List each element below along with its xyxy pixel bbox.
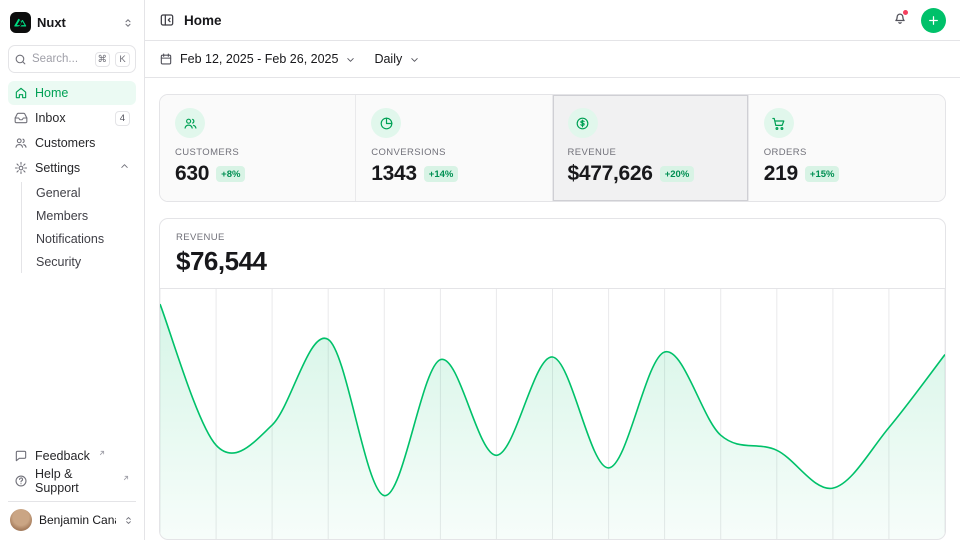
stat-delta-badge: +20% xyxy=(660,166,695,182)
stat-delta-badge: +8% xyxy=(216,166,245,182)
user-menu[interactable]: Benjamin Canac xyxy=(8,501,136,532)
cart-icon xyxy=(764,108,794,138)
notification-dot xyxy=(902,9,909,16)
stat-card-conversions[interactable]: CONVERSIONS 1343 +14% xyxy=(356,95,552,201)
add-button[interactable] xyxy=(921,8,946,33)
plus-icon xyxy=(927,14,940,27)
granularity-label: Daily xyxy=(374,52,402,66)
search-input[interactable] xyxy=(32,53,90,65)
app-window: Nuxt ⌘ K Home Inb xyxy=(0,0,960,540)
sidebar-subitem-label: Security xyxy=(36,255,81,269)
pie-chart-icon xyxy=(371,108,401,138)
kbd-meta: ⌘ xyxy=(95,52,111,67)
sidebar-item-label: Settings xyxy=(35,161,80,175)
message-icon xyxy=(14,449,28,463)
chart-metric-label: REVENUE xyxy=(176,232,929,243)
calendar-icon xyxy=(159,52,173,66)
sidebar-subitem-label: Members xyxy=(36,209,88,223)
date-range-picker[interactable]: Feb 12, 2025 - Feb 26, 2025 xyxy=(159,52,356,66)
sidebar-item-label: Home xyxy=(35,86,68,100)
sidebar: Nuxt ⌘ K Home Inb xyxy=(0,0,145,540)
stat-label: ORDERS xyxy=(764,147,930,158)
notifications-button[interactable] xyxy=(892,10,908,31)
panel-left-icon[interactable] xyxy=(159,12,175,28)
sidebar-item-settings[interactable]: Settings xyxy=(8,156,136,180)
home-icon xyxy=(14,86,28,100)
dollar-circle-icon xyxy=(568,108,598,138)
top-header: Home xyxy=(145,0,960,41)
page-title: Home xyxy=(184,13,222,28)
stat-value: 219 xyxy=(764,162,798,186)
help-circle-icon xyxy=(14,474,28,488)
gear-icon xyxy=(14,161,28,175)
workspace-switcher[interactable]: Nuxt xyxy=(8,8,136,37)
stat-card-revenue[interactable]: REVENUE $477,626 +20% xyxy=(553,95,749,201)
date-range-label: Feb 12, 2025 - Feb 26, 2025 xyxy=(180,52,338,66)
stat-label: CUSTOMERS xyxy=(175,147,340,158)
avatar xyxy=(10,509,32,531)
sidebar-footer: Feedback Help & Support Benjamin Canac xyxy=(8,444,136,532)
sidebar-item-members[interactable]: Members xyxy=(30,205,136,227)
users-icon xyxy=(14,136,28,150)
sidebar-item-customers[interactable]: Customers xyxy=(8,131,136,155)
footer-link-label: Help & Support xyxy=(35,467,114,495)
help-support-link[interactable]: Help & Support xyxy=(8,469,136,493)
chart-metric-value: $76,544 xyxy=(176,246,929,277)
nuxt-logo-icon xyxy=(10,12,31,33)
sidebar-item-label: Customers xyxy=(35,136,95,150)
stat-value: 630 xyxy=(175,162,209,186)
sidebar-item-notifications[interactable]: Notifications xyxy=(30,228,136,250)
revenue-chart: 14 Feb16 Feb18 Feb20 Feb22 Feb24 Feb xyxy=(160,289,945,540)
stat-label: CONVERSIONS xyxy=(371,147,536,158)
chart-header: REVENUE $76,544 xyxy=(160,219,945,289)
kbd-k: K xyxy=(115,52,130,67)
stats-row: CUSTOMERS 630 +8% CONVERSIONS 1343 +14% xyxy=(159,94,946,202)
main-panel: Home Feb 12, 2 xyxy=(145,0,960,540)
inbox-icon xyxy=(14,111,28,125)
chevron-down-icon xyxy=(409,54,420,65)
search-box: ⌘ K xyxy=(8,45,136,73)
dashboard-content: CUSTOMERS 630 +8% CONVERSIONS 1343 +14% xyxy=(145,78,960,540)
sidebar-item-security[interactable]: Security xyxy=(30,251,136,273)
chevron-down-icon xyxy=(345,54,356,65)
users-icon xyxy=(175,108,205,138)
sidebar-nav: Home Inbox 4 Customers Settings xyxy=(8,81,136,274)
workspace-name: Nuxt xyxy=(37,15,116,30)
revenue-chart-svg: 14 Feb16 Feb18 Feb20 Feb22 Feb24 Feb xyxy=(160,289,945,540)
sidebar-subitem-label: General xyxy=(36,186,80,200)
stat-delta-badge: +14% xyxy=(424,166,459,182)
stat-value: $477,626 xyxy=(568,162,653,186)
arrow-up-right-icon xyxy=(98,446,106,460)
user-name: Benjamin Canac xyxy=(39,513,116,527)
stat-label: REVENUE xyxy=(568,147,733,158)
stat-delta-badge: +15% xyxy=(805,166,840,182)
granularity-select[interactable]: Daily xyxy=(374,52,420,66)
stat-card-orders[interactable]: ORDERS 219 +15% xyxy=(749,95,945,201)
stat-value: 1343 xyxy=(371,162,417,186)
chevron-up-icon xyxy=(119,161,130,175)
sidebar-subitem-label: Notifications xyxy=(36,232,104,246)
search-icon xyxy=(14,53,27,66)
chevrons-up-down-icon xyxy=(122,17,134,29)
footer-link-label: Feedback xyxy=(35,449,90,463)
sidebar-item-label: Inbox xyxy=(35,111,66,125)
stat-card-customers[interactable]: CUSTOMERS 630 +8% xyxy=(160,95,356,201)
sidebar-item-general[interactable]: General xyxy=(30,182,136,204)
filter-toolbar: Feb 12, 2025 - Feb 26, 2025 Daily xyxy=(145,41,960,78)
sidebar-item-inbox[interactable]: Inbox 4 xyxy=(8,106,136,130)
arrow-up-right-icon xyxy=(122,471,130,485)
topbar-actions xyxy=(892,8,946,33)
inbox-count-badge: 4 xyxy=(115,111,130,126)
chevrons-up-down-icon xyxy=(123,515,134,526)
settings-submenu: General Members Notifications Security xyxy=(21,182,136,273)
sidebar-item-home[interactable]: Home xyxy=(8,81,136,105)
feedback-link[interactable]: Feedback xyxy=(8,444,136,468)
revenue-chart-card: REVENUE $76,544 14 Feb16 Feb18 Feb20 Feb… xyxy=(159,218,946,540)
